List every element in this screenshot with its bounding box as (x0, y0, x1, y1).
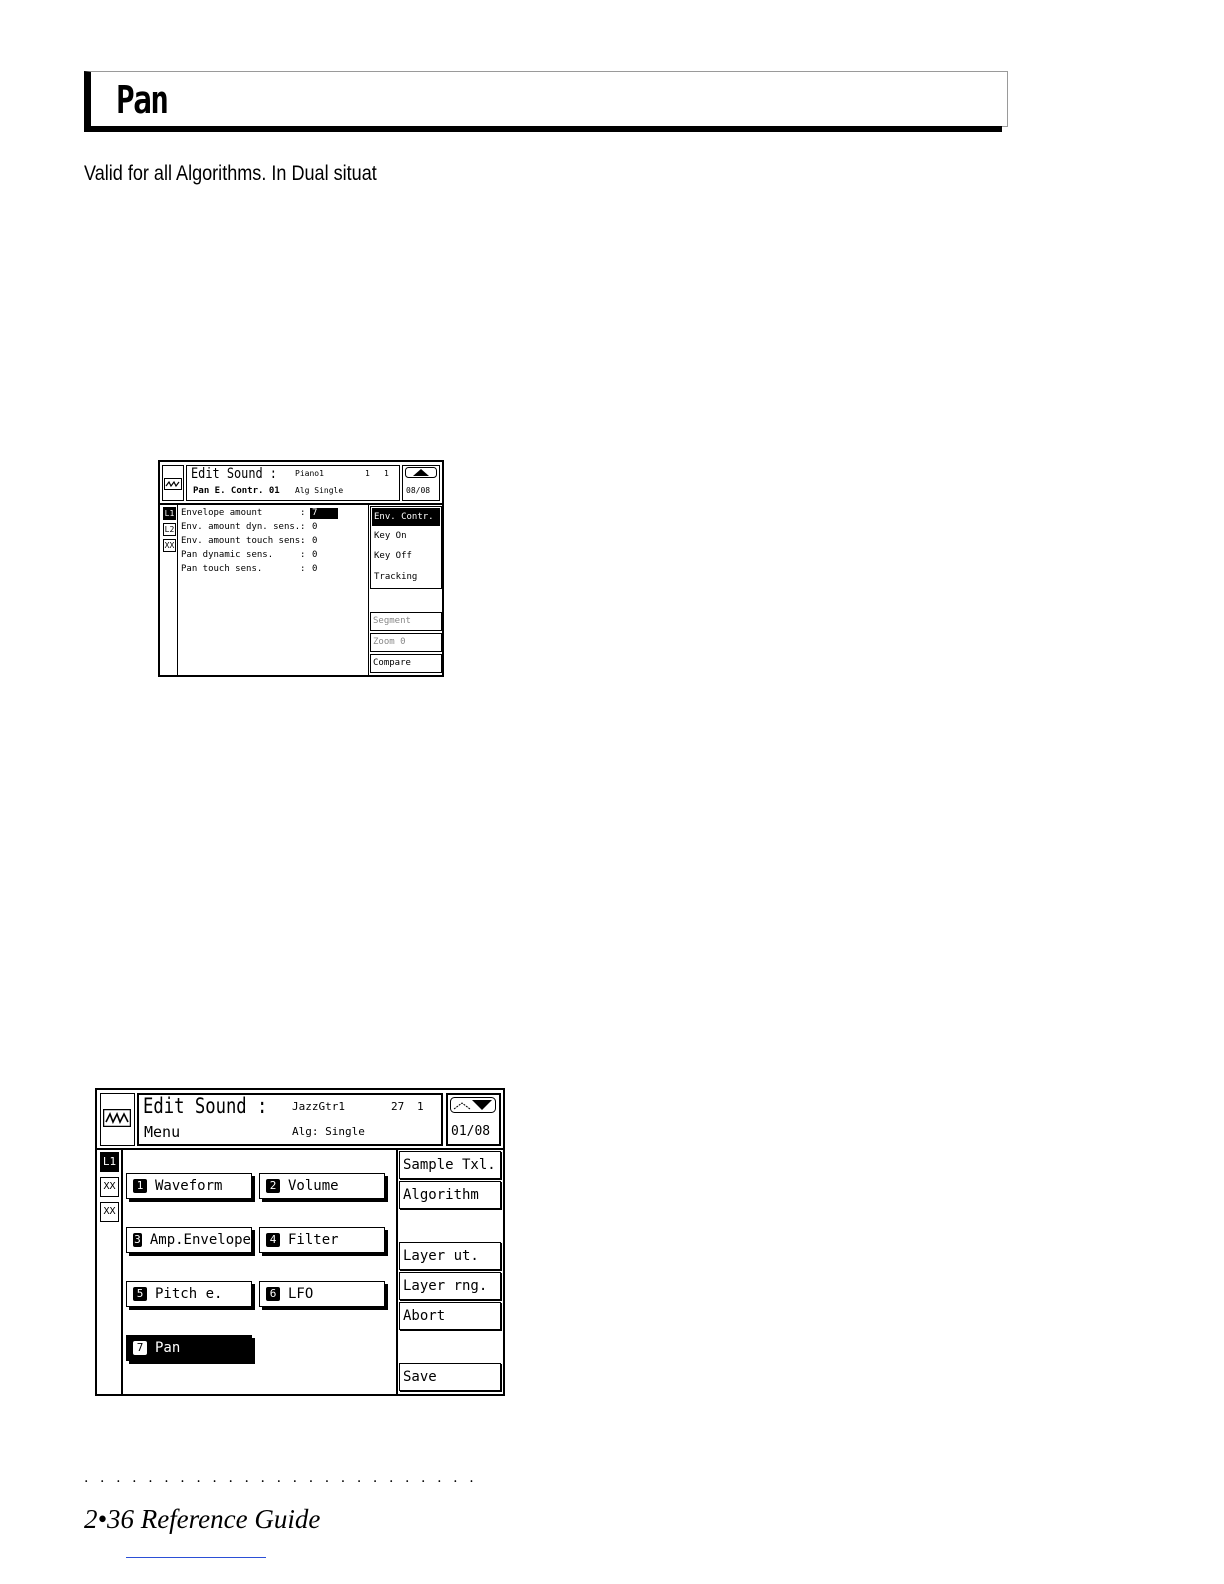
segment-button[interactable]: Segment (370, 612, 442, 631)
menu-label: Pitch e. (155, 1286, 223, 1302)
layer-tab-l1[interactable]: L1 (163, 507, 176, 520)
layer-tab-l2[interactable]: L2 (163, 523, 176, 536)
submenu-key-off[interactable]: Key Off (374, 551, 412, 561)
pan-env-contr-screen: Edit Sound : Pan E. Contr. 01 Piano1 1 1… (158, 460, 444, 677)
param-value[interactable]: 0 (312, 522, 317, 532)
param-value-selected[interactable]: 7 (310, 508, 338, 519)
footer-dotted-rule: ························· (84, 1474, 486, 1490)
waveform-icon (103, 1109, 131, 1127)
algorithm-label: Alg Single (295, 486, 344, 495)
menu-label: Filter (288, 1232, 339, 1248)
compare-button[interactable]: Compare (370, 654, 442, 673)
param-colon: : (300, 550, 306, 560)
footer-underline (126, 1557, 266, 1558)
layer-tab-xx[interactable]: XX (100, 1177, 119, 1197)
param-label: Env. amount touch sens. (181, 536, 306, 546)
layer-tab-xx[interactable]: XX (163, 539, 176, 552)
param-value[interactable]: 0 (312, 564, 317, 574)
param-colon: : (300, 536, 306, 546)
banner-shadow (84, 126, 1002, 132)
menu-label: LFO (288, 1286, 314, 1302)
menu-filter-button[interactable]: 4 Filter (259, 1227, 385, 1253)
zoom-button[interactable]: Zoom 0 (370, 633, 442, 652)
submenu-tracking[interactable]: Tracking (374, 572, 417, 582)
section-banner (84, 71, 1008, 127)
algorithm-label: Alg: Single (292, 1125, 365, 1138)
layer-tab-l1[interactable]: L1 (100, 1152, 119, 1172)
sound-name: JazzGtr1 (292, 1100, 345, 1113)
menu-label: Amp.Envelope (149, 1232, 251, 1248)
page-counter: 01/08 (451, 1124, 491, 1139)
menu-waveform-button[interactable]: 1 Waveform (126, 1173, 252, 1199)
menu-label: Volume (288, 1178, 339, 1194)
menu-volume-button[interactable]: 2 Volume (259, 1173, 385, 1199)
param-value[interactable]: 0 (312, 550, 317, 560)
menu-number: 5 (133, 1287, 147, 1301)
right-column-divider (396, 1150, 398, 1394)
right-column-divider (368, 505, 369, 675)
menu-amp-envelope-button[interactable]: 3 Amp.Envelope (126, 1227, 252, 1253)
param-colon: : (300, 522, 306, 532)
page-title: Pan (116, 78, 169, 122)
algorithm-button[interactable]: Algorithm (399, 1181, 501, 1209)
layer-divider (121, 1150, 123, 1394)
param-label: Pan dynamic sens. (181, 550, 274, 560)
sound-name: Piano1 (295, 469, 324, 478)
sample-txl-button[interactable]: Sample Txl. (399, 1151, 501, 1179)
menu-number: 6 (266, 1287, 280, 1301)
menu-number: 3 (133, 1233, 142, 1247)
param-colon: : (300, 508, 306, 518)
menu-number: 2 (266, 1179, 280, 1193)
sound-number: 27 (391, 1100, 405, 1113)
param-label: Env. amount dyn. sens. (181, 522, 301, 532)
page-footer: 2•36 Reference Guide (84, 1504, 321, 1534)
menu-number: 4 (266, 1233, 280, 1247)
scroll-down-icon[interactable] (450, 1097, 496, 1113)
intro-text: Valid for all Algorithms. In Dual situat (84, 162, 377, 185)
menu-label: Pan (155, 1340, 181, 1356)
layer-tab-xx[interactable]: XX (100, 1202, 119, 1222)
menu-pitch-envelope-button[interactable]: 5 Pitch e. (126, 1281, 252, 1307)
menu-number: 7 (133, 1341, 147, 1355)
edit-sound-menu-screen: Edit Sound : Menu JazzGtr1 27 1 Alg: Sin… (95, 1088, 505, 1396)
menu-label: Waveform (155, 1178, 223, 1194)
screen-subtitle: Menu (144, 1123, 181, 1141)
abort-button[interactable]: Abort (399, 1302, 501, 1330)
screen-title: Edit Sound : (143, 1094, 268, 1118)
waveform-icon-box (100, 1093, 135, 1146)
waveform-icon-box (162, 465, 184, 501)
header-divider (160, 503, 442, 505)
menu-pan-button[interactable]: 7 Pan (126, 1335, 252, 1361)
sound-number: 1 (365, 469, 370, 478)
param-label: Envelope amount (181, 508, 263, 518)
param-value[interactable]: 0 (312, 536, 317, 546)
param-label: Pan touch sens. (181, 564, 263, 574)
sound-layer: 1 (384, 469, 389, 478)
header-divider (97, 1148, 503, 1150)
menu-number: 1 (133, 1179, 147, 1193)
submenu-key-on[interactable]: Key On (374, 531, 407, 541)
sound-layer: 1 (417, 1100, 424, 1113)
page-counter: 08/08 (406, 486, 431, 495)
layer-divider (177, 505, 178, 675)
submenu-env-contr[interactable]: Env. Contr. (372, 508, 440, 526)
layer-rng-button[interactable]: Layer rng. (399, 1272, 501, 1300)
scroll-up-icon[interactable] (405, 467, 437, 478)
screen-subtitle: Pan E. Contr. 01 (193, 486, 280, 496)
menu-lfo-button[interactable]: 6 LFO (259, 1281, 385, 1307)
screen-title: Edit Sound : (191, 466, 277, 482)
layer-ut-button[interactable]: Layer ut. (399, 1242, 501, 1270)
save-button[interactable]: Save (399, 1363, 501, 1391)
param-colon: : (300, 564, 306, 574)
waveform-icon (164, 478, 182, 490)
